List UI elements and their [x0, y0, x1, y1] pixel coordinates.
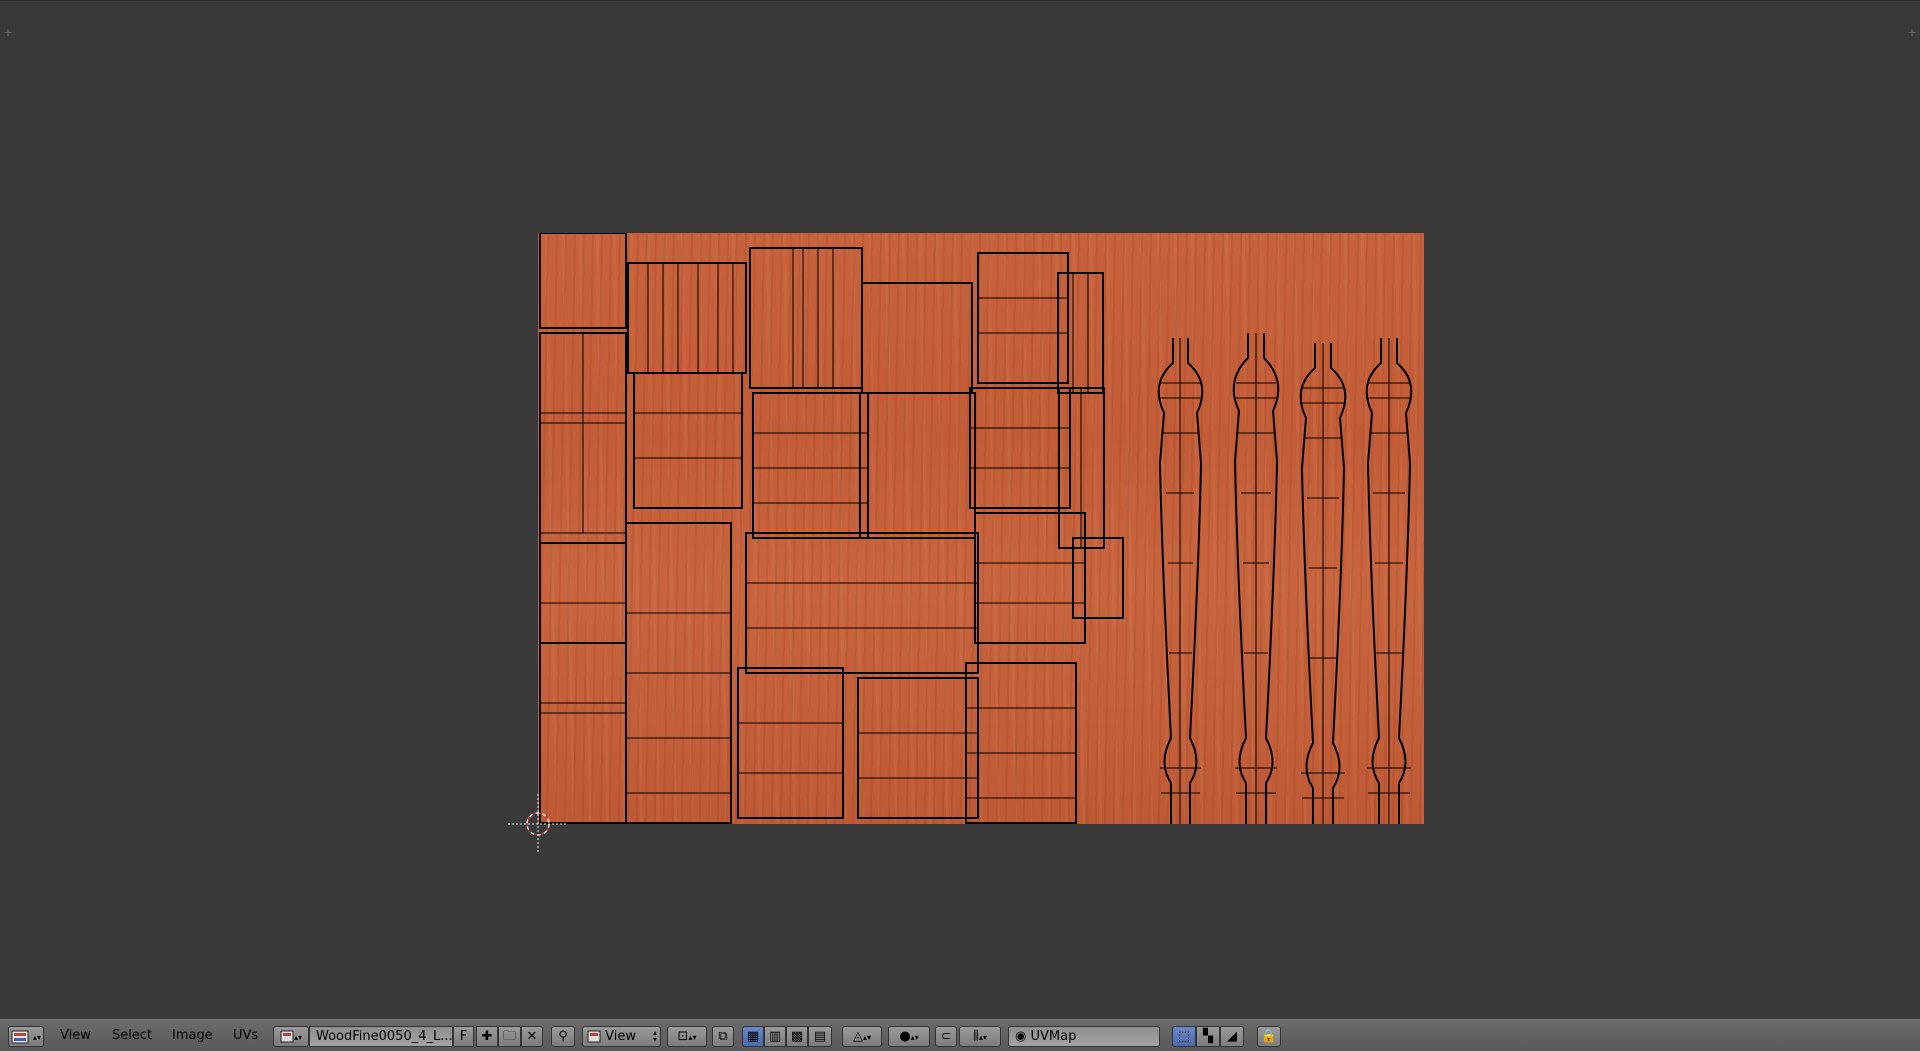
uv-mesh-wireframe	[539, 233, 1413, 824]
vertex-select-button[interactable]: ▦	[742, 1026, 764, 1047]
uv-test-grid-icon: ⬚	[1177, 1029, 1191, 1044]
image-browse-button[interactable]: ▴▾	[273, 1026, 309, 1047]
proportional-edit-icon: ◬	[852, 1029, 863, 1044]
table-legs	[1157, 333, 1413, 824]
menu-image[interactable]: Image	[172, 1028, 213, 1043]
proportional-edit-dropdown[interactable]: ◬▴▾	[842, 1026, 882, 1047]
fake-user-button[interactable]: F	[453, 1026, 474, 1047]
pin-image-button[interactable]: ⚲	[551, 1026, 575, 1047]
chevron-updown-icon: ▴▾	[33, 1033, 42, 1042]
open-image-button[interactable]: 🗀	[498, 1026, 521, 1047]
editor-type-button[interactable]: ▴▾	[8, 1026, 44, 1047]
checker-button[interactable]: ▚	[1196, 1026, 1220, 1047]
area-split-widget-left[interactable]: +	[2, 27, 14, 39]
falloff-sphere-icon: ●	[899, 1029, 911, 1044]
pivot-point-dropdown[interactable]: ⊡▴▾	[667, 1026, 707, 1047]
lock-icon: 🔒	[1260, 1029, 1278, 1044]
falloff-dropdown[interactable]: ●▴▾	[888, 1026, 930, 1047]
uv-editor-header: ▴▾ View Select Image UVs ▴▾ WoodFine0050…	[0, 1019, 1920, 1051]
image-editor-icon	[11, 1030, 29, 1043]
area-split-widget-right[interactable]: +	[1906, 27, 1918, 39]
snap-icon: ⊂	[940, 1029, 952, 1044]
island-select-icon: ▤	[813, 1029, 827, 1044]
uv-editor-viewport[interactable]: + +	[0, 0, 1920, 1019]
close-icon: ✕	[526, 1029, 538, 1044]
lock-button[interactable]: 🔒	[1257, 1026, 1281, 1047]
edge-select-icon: ▥	[768, 1029, 782, 1044]
face-select-icon: ▩	[790, 1029, 804, 1044]
checker-icon: ▚	[1203, 1029, 1213, 1044]
uvmap-icon: ◉	[1015, 1029, 1027, 1044]
face-select-button[interactable]: ▩	[786, 1026, 808, 1047]
image-mode-icon	[587, 1030, 601, 1043]
image-mode-dropdown[interactable]: View ▴ ▾	[582, 1026, 661, 1047]
menu-uvs[interactable]: UVs	[233, 1028, 258, 1043]
uvmap-name: UVMap	[1030, 1029, 1077, 1044]
view-dropdown-label: View	[605, 1029, 636, 1044]
menu-view[interactable]: View	[60, 1028, 91, 1043]
folder-icon: 🗀	[502, 1029, 516, 1044]
snap-element-dropdown[interactable]: ⫼▴▾	[959, 1026, 1001, 1047]
unlink-image-button[interactable]: ✕	[521, 1026, 543, 1047]
curve-icon: ◢	[1227, 1029, 1237, 1044]
image-browse-icon	[280, 1030, 294, 1043]
island-select-button[interactable]: ▤	[808, 1026, 832, 1047]
pin-icon: ⚲	[558, 1029, 568, 1044]
snap-toggle[interactable]: ⊂	[935, 1026, 957, 1047]
pivot-point-icon: ⊡	[677, 1029, 689, 1044]
2d-cursor-icon[interactable]	[508, 794, 568, 854]
uv-test-grid-button[interactable]: ⬚	[1172, 1026, 1196, 1047]
new-image-button[interactable]: ✚	[476, 1026, 498, 1047]
plus-icon: ✚	[481, 1029, 493, 1044]
sticky-selection-button[interactable]: ⧉	[712, 1026, 734, 1047]
image-name-field[interactable]: WoodFine0050_4_L...	[309, 1026, 453, 1047]
edge-select-button[interactable]: ▥	[764, 1026, 786, 1047]
menu-select[interactable]: Select	[112, 1028, 152, 1043]
vertex-select-icon: ▦	[746, 1029, 760, 1044]
curve-button[interactable]: ◢	[1220, 1026, 1244, 1047]
uv-texture-image[interactable]	[538, 233, 1424, 824]
uvmap-selector[interactable]: ◉ UVMap	[1008, 1026, 1160, 1047]
sticky-selection-icon: ⧉	[718, 1029, 728, 1044]
